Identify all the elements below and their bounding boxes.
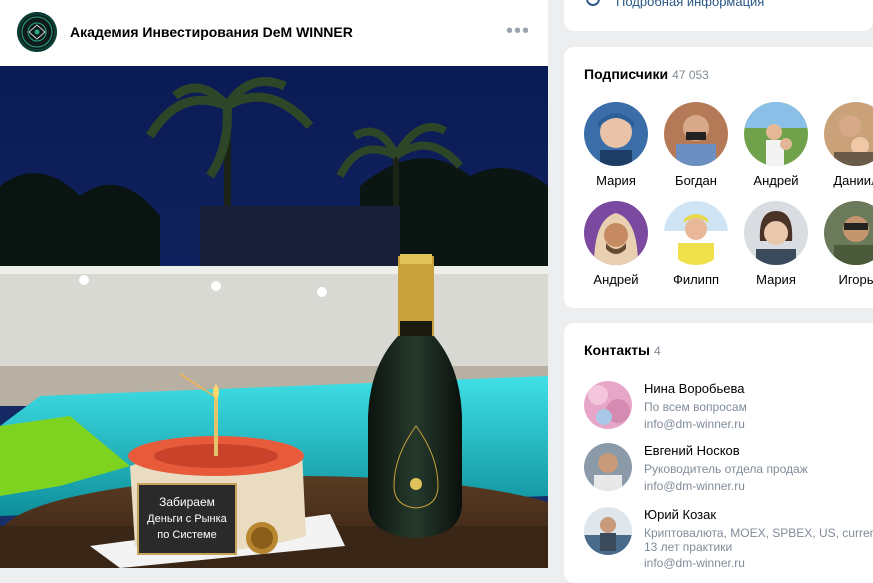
contact-role: Криптовалюта, MOEX, SPBEX, US, currenc <box>644 526 873 540</box>
subscribers-count: 47 053 <box>672 68 709 82</box>
more-horizontal-icon[interactable]: ••• <box>506 21 529 41</box>
contact-item[interactable]: Нина Воробьева По всем вопросам info@dm-… <box>584 381 873 441</box>
group-logo[interactable] <box>17 12 57 52</box>
info-icon <box>586 0 600 6</box>
avatar-image <box>744 201 808 265</box>
cake-line-3: по Системе <box>157 529 216 541</box>
subscriber-name[interactable]: Филипп <box>656 272 736 287</box>
avatar[interactable] <box>584 102 648 166</box>
subscriber-item[interactable]: Игорь <box>816 201 873 287</box>
post-photo-image: Забираем Деньги с Рынка по Системе <box>0 66 548 568</box>
post-photo[interactable]: Забираем Деньги с Рынка по Системе <box>0 66 548 568</box>
avatar-image <box>584 102 648 166</box>
post-card: Академия Инвестирования DeM WINNER ••• З… <box>0 0 548 568</box>
avatar-image <box>584 443 632 491</box>
avatar-image <box>664 102 728 166</box>
contact-email[interactable]: info@dm-winner.ru <box>644 417 745 431</box>
group-logo-emblem-icon <box>21 16 53 48</box>
subscribers-title-text[interactable]: Подписчики <box>584 66 668 82</box>
avatar-image <box>744 102 808 166</box>
avatar-image <box>584 507 632 555</box>
avatar-image <box>584 381 632 429</box>
detailed-info-link[interactable]: Подробная информация <box>616 0 764 9</box>
info-card: Подробная информация <box>564 0 873 31</box>
avatar[interactable] <box>744 201 808 265</box>
avatar-image <box>824 201 873 265</box>
cake-line-1: Забираем <box>159 495 215 509</box>
avatar[interactable] <box>744 102 808 166</box>
contacts-title-text[interactable]: Контакты <box>584 342 650 358</box>
cake-line-2: Деньги с Рынка <box>147 513 228 525</box>
subscriber-item[interactable]: Мария <box>736 201 816 287</box>
subscriber-name[interactable]: Мария <box>736 272 816 287</box>
contact-role: Руководитель отдела продаж <box>644 462 808 476</box>
subscriber-item[interactable]: Даниил <box>816 102 873 188</box>
avatar[interactable] <box>824 102 873 166</box>
avatar-image <box>664 201 728 265</box>
subscriber-name[interactable]: Игорь <box>816 272 873 287</box>
avatar[interactable] <box>584 443 632 491</box>
contact-role: По всем вопросам <box>644 400 747 414</box>
contacts-title[interactable]: Контакты 4 <box>584 342 661 358</box>
avatar-image <box>584 201 648 265</box>
subscribers-title[interactable]: Подписчики 47 053 <box>584 66 709 82</box>
contact-item[interactable]: Евгений Носков Руководитель отдела прода… <box>584 443 873 503</box>
contact-item[interactable]: Юрий Козак Криптовалюта, MOEX, SPBEX, US… <box>584 507 873 570</box>
subscriber-name[interactable]: Мария <box>576 173 656 188</box>
avatar[interactable] <box>824 201 873 265</box>
contact-name[interactable]: Евгений Носков <box>644 443 740 458</box>
subscriber-item[interactable]: Андрей <box>736 102 816 188</box>
avatar[interactable] <box>664 102 728 166</box>
avatar[interactable] <box>584 381 632 429</box>
contact-name[interactable]: Нина Воробьева <box>644 381 744 396</box>
subscriber-name[interactable]: Даниил <box>816 173 873 188</box>
avatar[interactable] <box>584 201 648 265</box>
subscriber-name[interactable]: Андрей <box>736 173 816 188</box>
avatar[interactable] <box>664 201 728 265</box>
contact-role-extra: 13 лет практики <box>644 540 733 554</box>
post-header: Академия Инвестирования DeM WINNER ••• <box>0 0 548 66</box>
group-name-link[interactable]: Академия Инвестирования DeM WINNER <box>70 24 353 40</box>
avatar-image <box>824 102 873 166</box>
subscriber-item[interactable]: Богдан <box>656 102 736 188</box>
subscriber-name[interactable]: Андрей <box>576 272 656 287</box>
subscriber-item[interactable]: Андрей <box>576 201 656 287</box>
subscriber-name[interactable]: Богдан <box>656 173 736 188</box>
contact-email[interactable]: info@dm-winner.ru <box>644 479 745 493</box>
subscriber-item[interactable]: Мария <box>576 102 656 188</box>
subscribers-card: Подписчики 47 053 Мария Богдан Андрей Да… <box>564 47 873 308</box>
contact-name[interactable]: Юрий Козак <box>644 507 716 522</box>
contacts-count: 4 <box>654 344 661 358</box>
contacts-card: Контакты 4 Нина Воробьева По всем вопроса… <box>564 323 873 583</box>
avatar[interactable] <box>584 507 632 555</box>
subscriber-item[interactable]: Филипп <box>656 201 736 287</box>
